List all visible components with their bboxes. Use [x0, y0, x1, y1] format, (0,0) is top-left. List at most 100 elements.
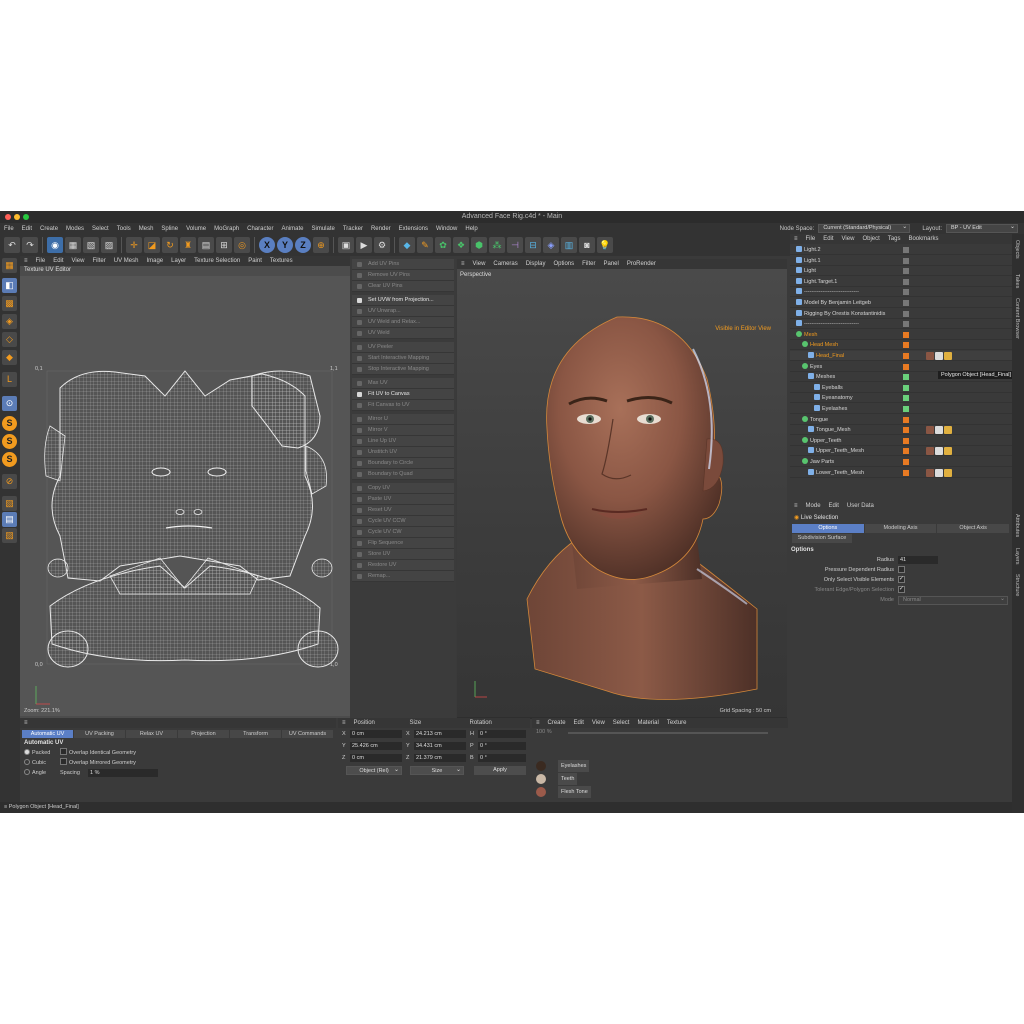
uv-command-unstitch-uv[interactable]: Unstitch UV — [352, 447, 454, 458]
layer-swatch[interactable] — [903, 310, 909, 317]
uv-mode-icon[interactable]: L — [2, 372, 17, 387]
uv-command-cycle-uv-cw[interactable]: Cycle UV CW — [352, 527, 454, 538]
menu-animate[interactable]: Animate — [277, 226, 307, 232]
uv-grid-icon[interactable]: ▧ — [2, 496, 17, 511]
viewport-canvas[interactable]: Perspective Visible in Editor View Grid … — [457, 269, 787, 717]
mat-menu-create[interactable]: Create — [544, 720, 570, 726]
layer-swatch[interactable] — [903, 278, 909, 285]
uv-command-remove-uv-pins[interactable]: Remove UV Pins — [352, 270, 454, 281]
panel-handle-icon[interactable]: ≡ — [790, 503, 802, 509]
angle-radio[interactable] — [24, 769, 30, 775]
menu-mesh[interactable]: Mesh — [135, 226, 158, 232]
uv-command-clear-uv-pins[interactable]: Clear UV Pins — [352, 281, 454, 292]
material-name[interactable]: Teeth — [558, 773, 578, 785]
world-coordinates-icon[interactable]: ⊕ — [313, 237, 329, 253]
layer-swatch[interactable] — [903, 384, 909, 391]
object-row[interactable]: Upper_Teeth — [790, 436, 1012, 446]
uv-menu-file[interactable]: File — [32, 258, 50, 264]
rotation-input[interactable]: 0 ° — [478, 754, 526, 762]
tab-options[interactable]: Options — [792, 524, 864, 533]
object-name[interactable]: Meshes — [808, 372, 835, 382]
tab-content-browser[interactable]: Content Browser — [1014, 298, 1020, 339]
make-editable-icon[interactable]: ▦ — [2, 258, 17, 273]
om-menu-object[interactable]: Object — [858, 236, 883, 242]
layer-swatch[interactable] — [903, 331, 909, 338]
close-window-button[interactable] — [5, 214, 11, 220]
object-row[interactable]: Lower_Teeth_Mesh — [790, 468, 1012, 478]
menu-tools[interactable]: Tools — [113, 226, 135, 232]
object-row[interactable]: Light.2 — [790, 245, 1012, 255]
layer-swatch[interactable] — [903, 374, 909, 381]
material-row[interactable]: Eyelashes — [532, 760, 782, 772]
tab-objects[interactable]: Objects — [1014, 240, 1020, 259]
tab-transform[interactable]: Transform — [230, 730, 281, 738]
object-name[interactable]: ------------------------------ — [796, 319, 859, 329]
object-name[interactable]: Tongue — [802, 415, 828, 425]
material-tag-icon[interactable] — [935, 352, 943, 360]
tab-uv-packing[interactable]: UV Packing — [74, 730, 125, 738]
layer-swatch[interactable] — [903, 247, 909, 253]
uv-command-copy-uv[interactable]: Copy UV — [352, 483, 454, 494]
object-row[interactable]: Eyeanatomy — [790, 393, 1012, 404]
uv-command-mirror-u[interactable]: Mirror U — [352, 414, 454, 425]
uv-command-uv-peeler[interactable]: UV Peeler — [352, 342, 454, 353]
object-name[interactable]: Light — [796, 266, 816, 276]
layer-swatch[interactable] — [903, 342, 909, 349]
tab-object-axis[interactable]: Object Axis — [937, 524, 1010, 533]
uv-command-fit-canvas-to-uv[interactable]: Fit Canvas to UV — [352, 400, 454, 411]
material-name[interactable]: Flesh Tone — [558, 786, 591, 798]
head-model[interactable] — [457, 269, 787, 717]
menu-tracker[interactable]: Tracker — [339, 226, 367, 232]
size-input[interactable]: 34.431 cm — [414, 742, 466, 750]
om-menu-bookmarks[interactable]: Bookmarks — [904, 236, 942, 242]
model-mode-icon[interactable]: ◧ — [2, 278, 17, 293]
layer-swatch[interactable] — [903, 353, 909, 359]
only-visible-checkbox[interactable]: ✓ — [898, 576, 905, 583]
uv-canvas[interactable]: 0,1 1,1 0,0 1,0 Zoom: 221.1% — [20, 276, 350, 716]
cubic-radio[interactable] — [24, 759, 30, 765]
object-name[interactable]: Mesh — [796, 330, 817, 340]
light-icon[interactable]: 💡 — [597, 237, 613, 253]
object-row[interactable]: Tongue — [790, 415, 1012, 425]
angle-option[interactable]: Angle Spacing 1 % — [20, 768, 336, 778]
om-menu-view[interactable]: View — [838, 236, 859, 242]
mat-menu-material[interactable]: Material — [633, 720, 662, 726]
overlap-identical-checkbox[interactable] — [60, 748, 67, 755]
uv-command-line-up-uv[interactable]: Line Up UV — [352, 436, 454, 447]
panel-handle-icon[interactable]: ≡ — [20, 720, 32, 726]
minimize-window-button[interactable] — [14, 214, 20, 220]
object-name[interactable]: Upper_Teeth — [802, 436, 842, 446]
viewport-menu-filter[interactable]: Filter — [578, 261, 599, 267]
menu-create[interactable]: Create — [36, 226, 62, 232]
rotate-tool-icon[interactable]: ↻ — [162, 237, 178, 253]
rotation-input[interactable]: 0 ° — [478, 730, 526, 738]
object-name[interactable]: Light.Target.1 — [796, 277, 837, 287]
om-menu-edit[interactable]: Edit — [819, 236, 837, 242]
edit-render-settings-icon[interactable]: ⚙ — [374, 237, 390, 253]
object-name[interactable]: ------------------------------ — [796, 287, 859, 297]
rotation-input[interactable]: 0 ° — [478, 742, 526, 750]
snap-icon[interactable]: ⊞ — [216, 237, 232, 253]
uv-menu-paint[interactable]: Paint — [244, 258, 266, 264]
selection-lasso-icon[interactable]: ▧ — [83, 237, 99, 253]
uv-command-flip-sequence[interactable]: Flip Sequence — [352, 538, 454, 549]
menu-simulate[interactable]: Simulate — [308, 226, 339, 232]
edges-mode-icon[interactable]: ◇ — [2, 332, 17, 347]
menu-select[interactable]: Select — [88, 226, 113, 232]
overlap-identical-option[interactable]: Overlap Identical Geometry — [60, 748, 136, 758]
viewport-menu-display[interactable]: Display — [522, 261, 550, 267]
object-row[interactable]: ------------------------------ — [790, 319, 1012, 330]
undo-icon[interactable]: ↶ — [4, 237, 20, 253]
x-axis-lock-icon[interactable]: X — [259, 237, 275, 253]
uv-command-boundary-to-circle[interactable]: Boundary to Circle — [352, 458, 454, 469]
object-row[interactable]: Mesh — [790, 330, 1012, 340]
bend-deformer-icon[interactable]: ⊣ — [507, 237, 523, 253]
uv-stack-icon[interactable]: ▨ — [2, 528, 17, 543]
object-row[interactable]: Jaw Parts — [790, 457, 1012, 467]
material-tag-icon[interactable] — [926, 352, 934, 360]
uv-menu-uv-mesh[interactable]: UV Mesh — [110, 258, 143, 264]
uv-menu-image[interactable]: Image — [142, 258, 167, 264]
object-name[interactable]: Eyeballs — [814, 383, 843, 393]
material-tag-icon[interactable] — [935, 468, 943, 477]
uv-menu-texture-selection[interactable]: Texture Selection — [190, 258, 244, 264]
